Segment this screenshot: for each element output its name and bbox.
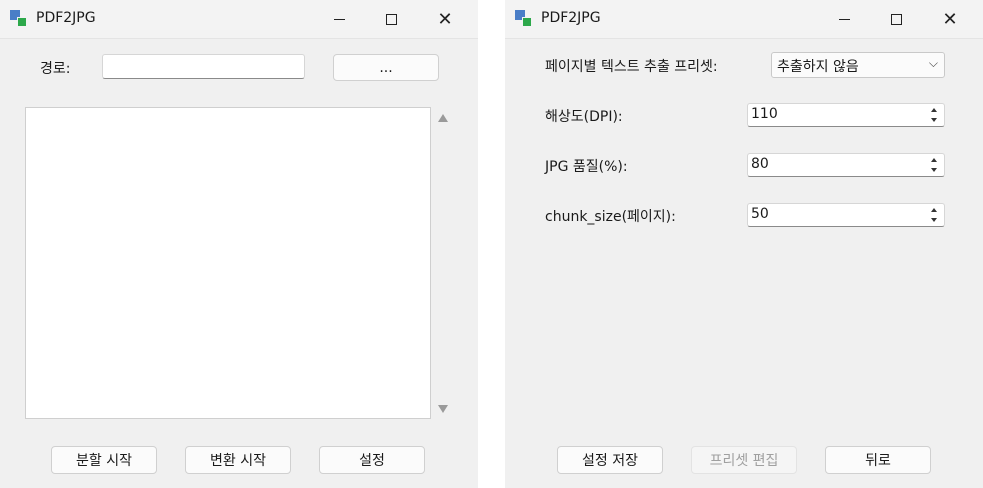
window-title: PDF2JPG [36,10,96,26]
minimize-button[interactable] [821,0,867,39]
close-button[interactable]: ✕ [422,0,468,39]
quality-label: JPG 품질(%): [545,159,628,175]
dpi-value: 110 [751,106,778,122]
quality-value: 80 [751,156,769,172]
file-list[interactable] [25,107,431,419]
minimize-icon [838,19,850,20]
spin-up-icon[interactable] [926,105,942,115]
chevron-down-icon: ⌵ [928,56,938,70]
maximize-icon [385,14,397,25]
save-settings-button[interactable]: 설정 저장 [557,446,663,474]
dpi-label: 해상도(DPI): [545,109,623,125]
maximize-button[interactable] [368,0,414,39]
quality-spinbox[interactable]: 80 [747,153,945,177]
title-bar[interactable]: PDF2JPG ✕ [0,0,478,39]
title-bar[interactable]: PDF2JPG ✕ [505,0,983,39]
spin-up-icon[interactable] [926,205,942,215]
scroll-up-icon[interactable] [438,114,448,122]
spin-down-icon[interactable] [926,115,942,125]
spin-up-icon[interactable] [926,155,942,165]
convert-start-button[interactable]: 변환 시작 [185,446,291,474]
path-label: 경로: [40,61,71,77]
app-icon [515,10,533,28]
main-window: PDF2JPG ✕ 경로: ... 분할 시작 변환 시작 설정 [0,0,478,488]
dpi-spinbox[interactable]: 110 [747,103,945,127]
settings-window: PDF2JPG ✕ 페이지별 텍스트 추출 프리셋: 추출하지 않음 ⌵ 해상도… [505,0,983,488]
settings-button[interactable]: 설정 [319,446,425,474]
back-button[interactable]: 뒤로 [825,446,931,474]
close-icon: ✕ [437,8,453,30]
minimize-button[interactable] [316,0,362,39]
split-start-button[interactable]: 분할 시작 [51,446,157,474]
preset-dropdown[interactable]: 추출하지 않음 ⌵ [771,52,945,78]
app-icon [10,10,28,28]
preset-value: 추출하지 않음 [777,59,859,75]
maximize-button[interactable] [873,0,919,39]
scroll-down-icon[interactable] [438,405,448,413]
chunk-size-spinbox[interactable]: 50 [747,203,945,227]
browse-button[interactable]: ... [333,54,439,81]
chunk-size-label: chunk_size(페이지): [545,209,676,225]
maximize-icon [890,14,902,25]
minimize-icon [333,19,345,20]
chunk-size-value: 50 [751,206,769,222]
edit-preset-button[interactable]: 프리셋 편집 [691,446,797,474]
preset-label: 페이지별 텍스트 추출 프리셋: [545,59,718,75]
close-icon: ✕ [942,8,958,30]
close-button[interactable]: ✕ [927,0,973,39]
path-input[interactable] [102,54,305,79]
spin-down-icon[interactable] [926,165,942,175]
spin-down-icon[interactable] [926,215,942,225]
window-title: PDF2JPG [541,10,601,26]
